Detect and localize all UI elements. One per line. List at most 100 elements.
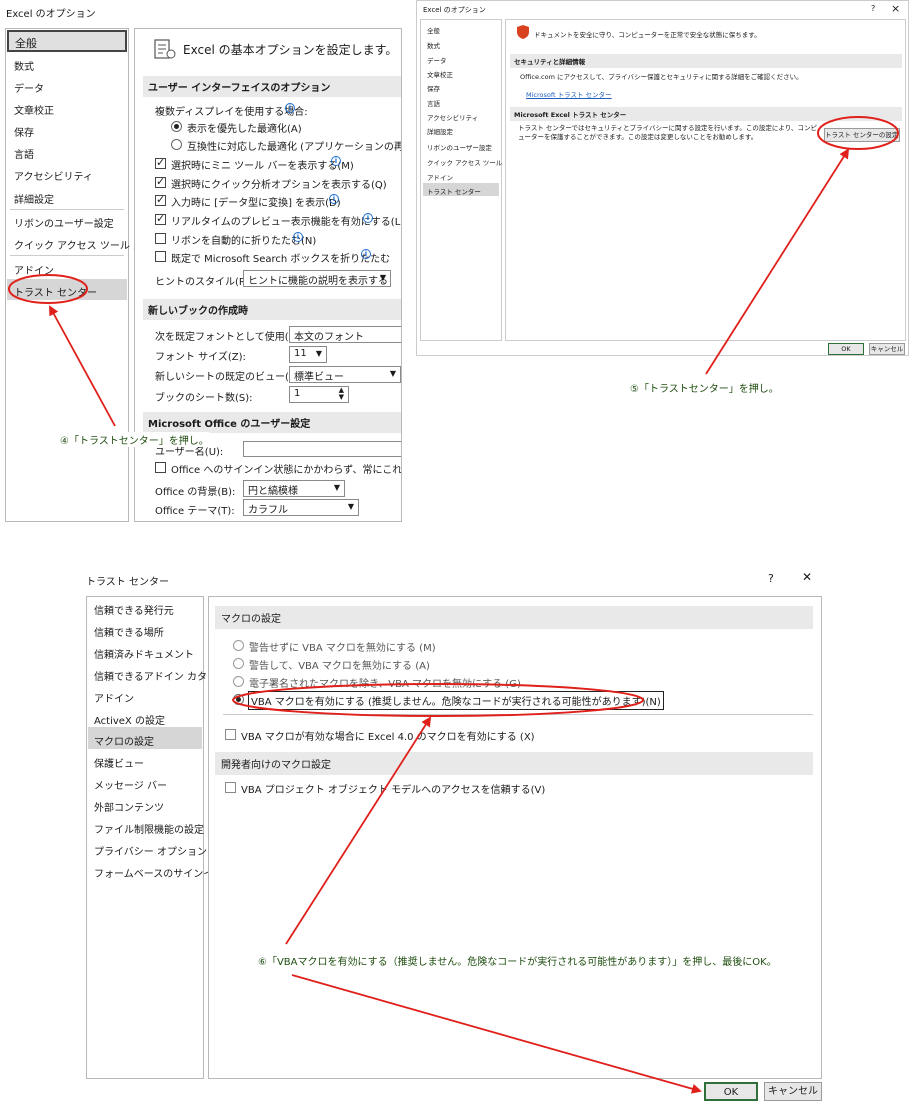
hint-style-value: ヒントに機能の説明を表示する	[248, 276, 388, 287]
nav-item-privacy-options[interactable]: プライバシー オプション	[94, 843, 207, 858]
username-input[interactable]	[243, 441, 401, 457]
dropdown-arrow-icon: ▼	[315, 349, 322, 358]
radio-disable-no-notify-label: 警告せずに VBA マクロを無効にする (M)	[249, 643, 436, 654]
checkbox-excel4-macros[interactable]	[225, 729, 236, 740]
excel-options-general-panel: Excel のオプション 全般 数式 データ 文章校正 保存 言語 アクセシビリ…	[0, 0, 402, 528]
checkbox-collapse-search[interactable]	[155, 251, 166, 262]
window-title: Excel のオプション	[423, 6, 486, 14]
section-macro-settings: マクロの設定	[215, 606, 813, 629]
checkbox-live-preview[interactable]	[155, 212, 166, 225]
nav-item-proofing[interactable]: 文章校正	[427, 69, 453, 79]
nav-item-general[interactable]: 全般	[7, 30, 127, 52]
close-icon[interactable]: ✕	[802, 570, 812, 584]
ok-button[interactable]: OK	[828, 343, 864, 355]
default-font-value: 本文のフォント	[294, 332, 364, 343]
nav-item-data[interactable]: データ	[14, 80, 44, 95]
sheet-count-value: 1	[294, 388, 301, 399]
spinner-icon[interactable]: ▲ ▼	[339, 387, 344, 401]
radio-enable-all-macros[interactable]	[233, 694, 244, 705]
checkbox-collapse-ribbon[interactable]	[155, 233, 166, 244]
checkbox-quick-analysis[interactable]	[155, 175, 166, 188]
nav-item-general[interactable]: 全般	[427, 25, 440, 35]
nav-item-message-bar[interactable]: メッセージ バー	[94, 777, 167, 792]
nav-item-advanced[interactable]: 詳細設定	[14, 191, 54, 206]
office-theme-dropdown[interactable]: カラフル ▼	[243, 499, 359, 516]
annotation-step6: ⑥「VBAマクロを有効にする（推奨しません。危険なコードが実行される可能性があり…	[258, 957, 777, 968]
default-view-value: 標準ビュー	[294, 372, 344, 383]
radio-optimize-compat[interactable]	[171, 139, 182, 150]
trust-center-settings-button[interactable]: トラスト センターの設定(T)...	[824, 128, 900, 142]
nav-item-addins[interactable]: アドイン	[427, 172, 453, 182]
nav-item-trusted-locations[interactable]: 信頼できる場所	[94, 624, 164, 639]
default-view-dropdown[interactable]: 標準ビュー ▼	[289, 366, 401, 383]
nav-item-file-block[interactable]: ファイル制限機能の設定	[94, 821, 204, 836]
cancel-button[interactable]: キャンセル	[764, 1082, 822, 1101]
annotation-step4: ④「トラストセンター」を押し。	[60, 432, 209, 447]
shield-icon	[517, 25, 529, 39]
sheet-count-stepper[interactable]: 1 ▲ ▼	[289, 386, 349, 403]
close-icon[interactable]: ×	[891, 2, 900, 15]
nav-item-advanced[interactable]: 詳細設定	[427, 126, 453, 136]
info-icon: i	[285, 103, 295, 113]
options-nav: 全般 数式 データ 文章校正 保存 言語 アクセシビリティ 詳細設定 リボンのユ…	[420, 19, 517, 341]
collapse-search-label: 既定で Microsoft Search ボックスを折りたたむ	[171, 254, 391, 265]
dialog-title: トラスト センター	[86, 577, 169, 588]
nav-item-quick-access[interactable]: クイック アクセス ツール バー	[427, 157, 517, 167]
trust-nav: 信頼できる発行元 信頼できる場所 信頼済みドキュメント 信頼できるアドイン カタ…	[86, 596, 227, 1079]
nav-item-save[interactable]: 保存	[14, 124, 34, 139]
checkbox-trust-vba-model[interactable]	[225, 782, 236, 793]
cancel-button[interactable]: キャンセル	[869, 343, 905, 355]
hint-style-dropdown[interactable]: ヒントに機能の説明を表示する ▼	[243, 270, 391, 287]
nav-item-addins[interactable]: アドイン	[14, 262, 54, 277]
checkbox-convert-datatype[interactable]	[155, 193, 166, 206]
nav-item-form-signin[interactable]: フォームベースのサインイン	[94, 865, 223, 880]
nav-divider	[10, 209, 124, 210]
radio-optimize-appearance[interactable]	[171, 121, 182, 132]
dropdown-arrow-icon: ▼	[389, 369, 396, 378]
checkbox-trust-vba-model-label: VBA プロジェクト オブジェクト モデルへのアクセスを信頼する(V)	[241, 785, 546, 796]
ok-button[interactable]: OK	[704, 1082, 758, 1101]
radio-disable-notify[interactable]	[233, 658, 244, 669]
help-button[interactable]: ?	[768, 572, 774, 585]
privacy-link[interactable]: Microsoft トラスト センター	[526, 89, 612, 99]
section-ui-options: ユーザー インターフェイスのオプション	[143, 76, 401, 97]
nav-item-formulas[interactable]: 数式	[14, 58, 34, 73]
nav-item-customize-ribbon[interactable]: リボンのユーザー設定	[427, 142, 492, 152]
hint-style-label: ヒントのスタイル(R):	[155, 277, 254, 288]
trust-content: ドキュメントを安全に守り、コンピューターを正常で安全な状態に保ちます。 セキュリ…	[505, 19, 906, 341]
nav-item-trust-center-label: トラスト センター	[14, 288, 97, 299]
checkbox-mini-toolbar[interactable]	[155, 156, 166, 169]
section-user-settings: Microsoft Office のユーザー設定	[143, 412, 401, 433]
nav-item-addins[interactable]: アドイン	[94, 690, 134, 705]
nav-item-language[interactable]: 言語	[427, 98, 440, 108]
dropdown-arrow-icon: ▼	[333, 483, 340, 492]
quick-analysis-label: 選択時にクイック分析オプションを表示する(Q)	[171, 180, 387, 191]
nav-item-accessibility[interactable]: アクセシビリティ	[427, 112, 478, 122]
info-icon: i	[361, 249, 371, 259]
nav-item-protected-view[interactable]: 保護ビュー	[94, 755, 144, 770]
nav-item-accessibility[interactable]: アクセシビリティ	[14, 168, 93, 183]
nav-item-quick-access[interactable]: クイック アクセス ツール バー	[14, 237, 153, 252]
nav-item-activex[interactable]: ActiveX の設定	[94, 712, 165, 727]
nav-item-external-content[interactable]: 外部コンテンツ	[94, 799, 164, 814]
nav-item-data[interactable]: データ	[427, 55, 447, 65]
nav-item-customize-ribbon[interactable]: リボンのユーザー設定	[14, 215, 114, 230]
help-button[interactable]: ?	[871, 4, 875, 13]
nav-item-save[interactable]: 保存	[427, 83, 440, 93]
nav-item-trusted-publishers[interactable]: 信頼できる発行元	[94, 602, 174, 617]
nav-item-trusted-documents[interactable]: 信頼済みドキュメント	[94, 646, 194, 661]
default-font-dropdown[interactable]: 本文のフォント	[289, 326, 401, 343]
radio-disable-no-notify[interactable]	[233, 640, 244, 651]
font-size-dropdown[interactable]: 11 ▼	[289, 346, 327, 363]
macro-content: マクロの設定 警告せずに VBA マクロを無効にする (M) 警告して、VBA …	[208, 596, 822, 1079]
radio-enable-all-macros-label: VBA マクロを有効にする (推奨しません。危険なコードが実行される可能性があり…	[248, 691, 664, 710]
radio-disable-except-signed[interactable]	[233, 676, 244, 687]
nav-item-proofing[interactable]: 文章校正	[14, 102, 54, 117]
options-nav: 全般 数式 データ 文章校正 保存 言語 アクセシビリティ 詳細設定 リボンのユ…	[5, 28, 153, 522]
section-new-workbook: 新しいブックの作成時	[143, 299, 401, 320]
office-background-dropdown[interactable]: 円と縞模様 ▼	[243, 480, 345, 497]
checkbox-signin-settings[interactable]	[155, 462, 166, 473]
default-view-label: 新しいシートの既定のビュー(V):	[155, 372, 304, 383]
nav-item-language[interactable]: 言語	[14, 146, 34, 161]
nav-item-formulas[interactable]: 数式	[427, 40, 440, 50]
